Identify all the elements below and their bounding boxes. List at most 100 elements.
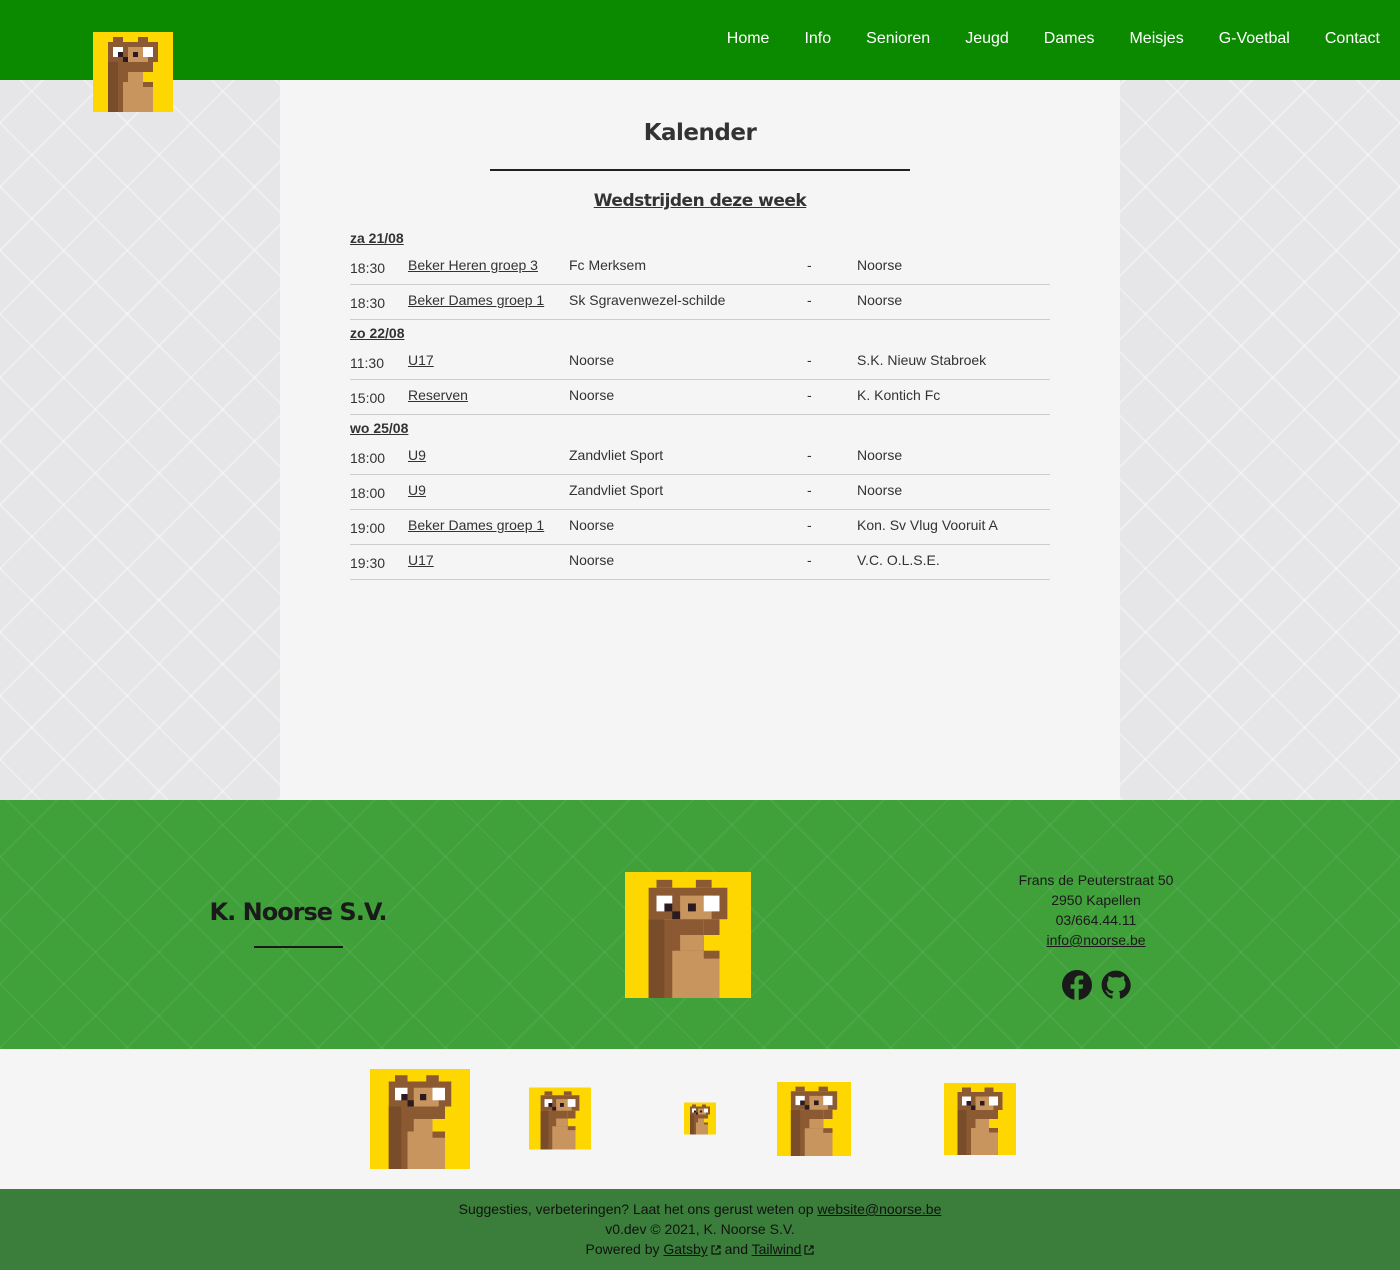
match-home-team: Noorse [569, 552, 615, 568]
contact-address: Frans de Peuterstraat 50 2950 Kapellen 0… [996, 870, 1196, 950]
version-line: v0.dev © 2021, K. Noorse S.V. [605, 1221, 795, 1237]
match-row: 18:00 U9 Zandvliet Sport - Noorse [350, 440, 1050, 475]
suggestion-text: Suggesties, verbeteringen? Laat het ons … [458, 1201, 814, 1217]
nav-jeugd[interactable]: Jeugd [965, 0, 1009, 81]
match-score-separator: - [807, 447, 812, 463]
match-score-separator: - [807, 387, 812, 403]
top-navbar: Home Info Senioren Jeugd Dames Meisjes G… [0, 0, 1400, 80]
sponsor-strip [0, 1049, 1400, 1189]
match-team-link[interactable]: U17 [408, 552, 434, 568]
match-time: 11:30 [350, 355, 384, 371]
match-away-team: Noorse [857, 292, 903, 308]
powered-line: Powered by Gatsby and Tailwind [0, 1239, 1400, 1259]
match-score-separator: - [807, 257, 812, 273]
day-block: za 21/08 18:30 Beker Heren groep 3 Fc Me… [350, 230, 1050, 320]
bear-logo-icon [529, 1087, 591, 1150]
bear-logo-icon [370, 1069, 470, 1169]
github-link[interactable] [1101, 970, 1131, 1000]
match-team-link[interactable]: Beker Dames groep 1 [408, 292, 544, 308]
match-team-link[interactable]: U9 [408, 482, 426, 498]
match-time: 15:00 [350, 390, 386, 406]
site-footer: K. Noorse S.V. Frans de Peuterstraat 50 … [0, 800, 1400, 1049]
match-row: 19:00 Beker Dames groep 1 Noorse - Kon. … [350, 510, 1050, 545]
match-away-team: Kon. Sv Vlug Vooruit A [857, 517, 998, 533]
match-away-team: Noorse [857, 482, 903, 498]
bear-logo-icon [684, 1102, 716, 1135]
match-away-team: Noorse [857, 447, 903, 463]
sponsor-logo-1[interactable] [370, 1069, 470, 1169]
match-time: 18:00 [350, 485, 386, 501]
nav-home[interactable]: Home [727, 0, 770, 81]
social-links [1062, 970, 1140, 1000]
match-away-team: Noorse [857, 257, 903, 273]
match-home-team: Zandvliet Sport [569, 447, 664, 463]
contact-email-link[interactable]: info@noorse.be [1046, 932, 1145, 948]
title-divider [490, 169, 910, 171]
match-score-separator: - [807, 482, 812, 498]
day-heading[interactable]: zo 22/08 [350, 325, 1050, 345]
bear-logo-icon [944, 1083, 1016, 1155]
day-block: wo 25/08 18:00 U9 Zandvliet Sport - Noor… [350, 420, 1050, 580]
match-team-link[interactable]: Beker Heren groep 3 [408, 257, 538, 273]
match-team-link[interactable]: U9 [408, 447, 426, 463]
match-home-team: Noorse [569, 387, 615, 403]
match-team-link[interactable]: Beker Dames groep 1 [408, 517, 544, 533]
day-heading[interactable]: wo 25/08 [350, 420, 1050, 440]
nav-senioren[interactable]: Senioren [866, 0, 930, 81]
nav-dames[interactable]: Dames [1044, 0, 1095, 81]
match-row: 18:00 U9 Zandvliet Sport - Noorse [350, 475, 1050, 510]
main-nav: Home Info Senioren Jeugd Dames Meisjes G… [692, 0, 1380, 80]
match-home-team: Zandvliet Sport [569, 482, 664, 498]
and-text: and [724, 1241, 748, 1257]
bottom-bar: Suggesties, verbeteringen? Laat het ons … [0, 1189, 1400, 1270]
match-home-team: Sk Sgravenwezel-schilde [569, 292, 726, 308]
match-home-team: Fc Merksem [569, 257, 646, 273]
tailwind-link[interactable]: Tailwind [752, 1241, 802, 1257]
club-name: K. Noorse S.V. [209, 898, 388, 926]
match-row: 11:30 U17 Noorse - S.K. Nieuw Stabroek [350, 345, 1050, 380]
match-score-separator: - [807, 352, 812, 368]
match-time: 19:30 [350, 555, 386, 571]
match-row: 19:30 U17 Noorse - V.C. O.L.S.E. [350, 545, 1050, 580]
nav-contact[interactable]: Contact [1325, 0, 1380, 81]
day-block: zo 22/08 11:30 U17 Noorse - S.K. Nieuw S… [350, 325, 1050, 415]
match-time: 18:00 [350, 450, 386, 466]
powered-text: Powered by [585, 1241, 660, 1257]
bear-logo-icon [625, 872, 751, 998]
footer-logo [625, 872, 751, 998]
suggestion-line: Suggesties, verbeteringen? Laat het ons … [0, 1199, 1400, 1219]
facebook-link[interactable] [1062, 970, 1092, 1000]
sponsor-logo-5[interactable] [944, 1083, 1016, 1155]
nav-meisjes[interactable]: Meisjes [1129, 0, 1183, 81]
match-schedule: za 21/08 18:30 Beker Heren groep 3 Fc Me… [350, 230, 1050, 580]
main-content: Kalender Wedstrijden deze week za 21/08 … [280, 80, 1120, 800]
sponsor-logo-2[interactable] [529, 1087, 591, 1150]
match-time: 18:30 [350, 295, 386, 311]
website-email-link[interactable]: website@noorse.be [817, 1201, 941, 1217]
match-time: 19:00 [350, 520, 386, 536]
match-team-link[interactable]: U17 [408, 352, 434, 368]
match-time: 18:30 [350, 260, 386, 276]
gatsby-link[interactable]: Gatsby [663, 1241, 707, 1257]
sponsor-logo-3[interactable] [684, 1102, 716, 1135]
external-link-icon [804, 1245, 815, 1255]
match-away-team: S.K. Nieuw Stabroek [857, 352, 987, 368]
match-score-separator: - [807, 552, 812, 568]
match-row: 18:30 Beker Dames groep 1 Sk Sgravenweze… [350, 285, 1050, 320]
phone-number: 03/664.44.11 [1055, 912, 1137, 928]
page-title: Kalender [643, 120, 757, 146]
home-logo-link[interactable] [93, 32, 173, 112]
match-away-team: V.C. O.L.S.E. [857, 552, 940, 568]
match-row: 15:00 Reserven Noorse - K. Kontich Fc [350, 380, 1050, 415]
sponsor-logo-4[interactable] [777, 1082, 851, 1156]
day-heading[interactable]: za 21/08 [350, 230, 1050, 250]
match-row: 18:30 Beker Heren groep 3 Fc Merksem - N… [350, 250, 1050, 285]
match-away-team: K. Kontich Fc [857, 387, 941, 403]
match-score-separator: - [807, 517, 812, 533]
nav-g-voetbal[interactable]: G-Voetbal [1219, 0, 1290, 81]
match-team-link[interactable]: Reserven [408, 387, 468, 403]
bear-logo-icon [93, 32, 173, 112]
bear-logo-icon [777, 1082, 851, 1156]
nav-info[interactable]: Info [804, 0, 831, 81]
match-score-separator: - [807, 292, 812, 308]
